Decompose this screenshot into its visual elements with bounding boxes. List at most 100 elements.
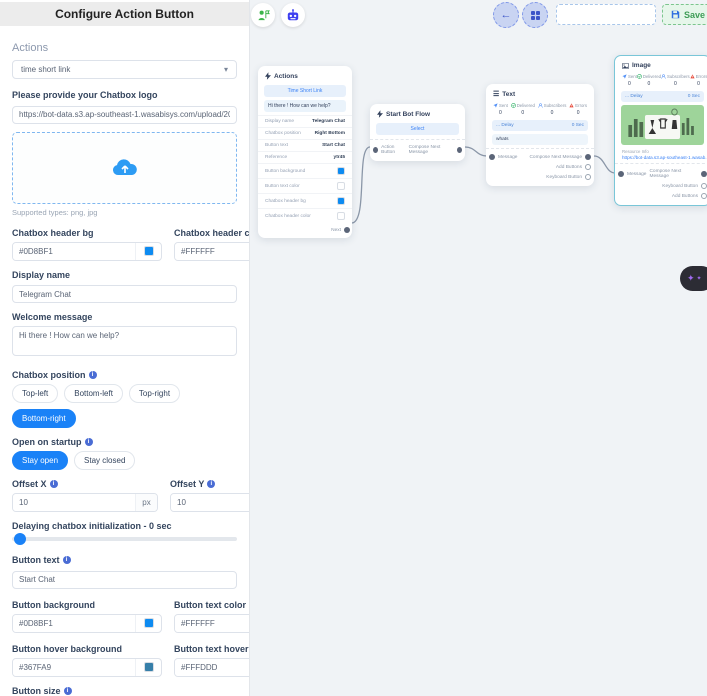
node-title: Actions xyxy=(274,73,298,80)
errors-icon xyxy=(569,103,574,108)
offset-x-input[interactable] xyxy=(13,494,135,511)
delay-init-label: Delaying chatbox initialization - 0 sec xyxy=(12,521,237,531)
bot-button[interactable] xyxy=(281,3,305,27)
startup-stay-closed[interactable]: Stay closed xyxy=(74,451,135,470)
share-agent-button[interactable] xyxy=(251,3,275,27)
compose-next-socket[interactable] xyxy=(585,154,591,160)
next-socket-label: Next xyxy=(331,228,341,233)
color-swatch xyxy=(337,182,345,190)
add-buttons-socket[interactable] xyxy=(701,193,707,199)
welcome-preview: Hi there ! How can we help? xyxy=(264,100,346,112)
select-pill[interactable]: Select xyxy=(376,123,459,135)
resource-url-link[interactable]: https://bot-data.s3.ap-southeast-1.wasab… xyxy=(615,154,707,163)
panel-title: Configure Action Button xyxy=(0,2,249,26)
info-icon: i xyxy=(85,438,93,446)
message-socket[interactable] xyxy=(618,171,624,177)
thumbnail-graphic xyxy=(621,105,704,145)
offset-x-field: px xyxy=(12,493,158,512)
keyboard-button-socket[interactable] xyxy=(585,174,591,180)
message-socket[interactable] xyxy=(489,154,495,160)
layout-grid-button[interactable] xyxy=(522,2,548,28)
compose-next-socket[interactable] xyxy=(701,171,707,177)
node-row: Chatbox header color xyxy=(258,208,352,223)
color-swatch xyxy=(337,212,345,220)
configure-panel: Configure Action Button Actions time sho… xyxy=(0,0,250,696)
add-buttons-socket[interactable] xyxy=(585,164,591,170)
start-bot-flow-node[interactable]: Start Bot Flow Select Action Button Comp… xyxy=(370,104,465,161)
person-flag-icon xyxy=(257,9,270,22)
welcome-message-textarea[interactable]: Hi there ! How can we help? xyxy=(12,326,237,356)
sparkle-icon: ✦ xyxy=(697,276,702,282)
actions-node[interactable]: Actions Time Short Link Hi there ! How c… xyxy=(258,66,352,238)
button-bg-label: Button background xyxy=(12,600,162,610)
button-hover-bg-swatch[interactable] xyxy=(144,662,154,672)
button-size-label: Button sizei xyxy=(12,686,237,696)
button-text-color-field xyxy=(174,614,250,633)
position-top-right[interactable]: Top-right xyxy=(129,384,180,403)
flow-canvas[interactable]: ← Save Actions Time Short Link Hi there … xyxy=(250,0,707,696)
button-text-hover-color-input[interactable] xyxy=(175,659,250,676)
button-hover-bg-input[interactable] xyxy=(13,659,135,676)
startup-stay-open[interactable]: Stay open xyxy=(12,451,68,470)
button-text-hover-color-field xyxy=(174,658,250,677)
canvas-save-button[interactable]: Save xyxy=(662,4,707,25)
button-text-color-input[interactable] xyxy=(175,615,250,632)
header-bg-input[interactable] xyxy=(13,243,135,260)
button-bg-input[interactable] xyxy=(13,615,135,632)
ai-assistant-button[interactable]: ✦ ✦ xyxy=(680,266,707,291)
keyboard-button-socket[interactable] xyxy=(701,183,707,189)
robot-icon xyxy=(286,9,300,22)
position-bottom-right[interactable]: Bottom-right xyxy=(12,409,76,428)
text-content[interactable]: whats xyxy=(492,134,588,145)
display-name-input[interactable] xyxy=(12,285,237,303)
offset-x-label: Offset Xi xyxy=(12,479,158,489)
button-text-hover-color-label: Button text hover color xyxy=(174,644,250,654)
text-node[interactable]: ☰ Text Sent0 Delivered0 Subscribers0 Err… xyxy=(486,84,594,186)
position-bottom-left[interactable]: Bottom-left xyxy=(64,384,123,403)
back-button[interactable]: ← xyxy=(493,2,519,28)
errors-icon xyxy=(690,74,695,79)
actions-select-value: time short link xyxy=(21,65,70,74)
stats-row: Sent0 Delivered0 Subscribers0 Errors0 xyxy=(615,72,707,88)
button-bg-field xyxy=(12,614,162,633)
color-swatch xyxy=(337,167,345,175)
save-icon xyxy=(671,10,680,19)
resource-info-label: Resource Info xyxy=(615,147,707,154)
chatbox-position-label: Chatbox positioni xyxy=(12,370,237,380)
offset-y-label: Offset Yi xyxy=(170,479,250,489)
image-icon xyxy=(622,63,629,69)
flow-name-input[interactable] xyxy=(556,4,656,25)
cloud-upload-icon xyxy=(112,159,138,177)
node-title: Image xyxy=(632,62,651,69)
image-node[interactable]: Image Sent0 Delivered0 Subscribers0 Erro… xyxy=(614,55,707,206)
actions-select[interactable]: time short link ▾ xyxy=(12,60,237,79)
delay-bar[interactable]: ... Delay0 Sec xyxy=(492,120,588,131)
button-hover-bg-label: Button hover background xyxy=(12,644,162,654)
arrow-left-icon: ← xyxy=(501,9,512,21)
chevron-down-icon: ▾ xyxy=(224,65,228,74)
delay-slider-thumb[interactable] xyxy=(14,533,26,545)
button-text-input[interactable] xyxy=(12,571,237,589)
action-button-socket[interactable] xyxy=(373,147,378,153)
info-icon: i xyxy=(207,480,215,488)
header-bg-swatch[interactable] xyxy=(144,246,154,256)
position-top-left[interactable]: Top-left xyxy=(12,384,58,403)
node-row: Button textStart Chat xyxy=(258,139,352,151)
node-row: Button background xyxy=(258,163,352,178)
info-icon: i xyxy=(63,556,71,564)
logo-upload-dropzone[interactable] xyxy=(12,132,237,204)
offset-y-input[interactable] xyxy=(171,494,250,511)
header-bg-label: Chatbox header bg xyxy=(12,228,162,238)
next-socket[interactable] xyxy=(344,227,350,233)
button-bg-swatch[interactable] xyxy=(144,618,154,628)
header-color-input[interactable] xyxy=(175,243,250,260)
app-root: Configure Action Button Actions time sho… xyxy=(0,0,707,696)
logo-url-input[interactable] xyxy=(12,106,237,124)
subscribers-icon xyxy=(538,103,543,108)
image-thumbnail[interactable] xyxy=(621,105,704,145)
delay-slider[interactable] xyxy=(12,537,237,541)
compose-next-socket[interactable] xyxy=(457,147,462,153)
node-row: Chatbox positionRight Bottom xyxy=(258,127,352,139)
subscribers-icon xyxy=(661,74,666,79)
delay-bar[interactable]: ... Delay0 Sec xyxy=(621,91,704,102)
